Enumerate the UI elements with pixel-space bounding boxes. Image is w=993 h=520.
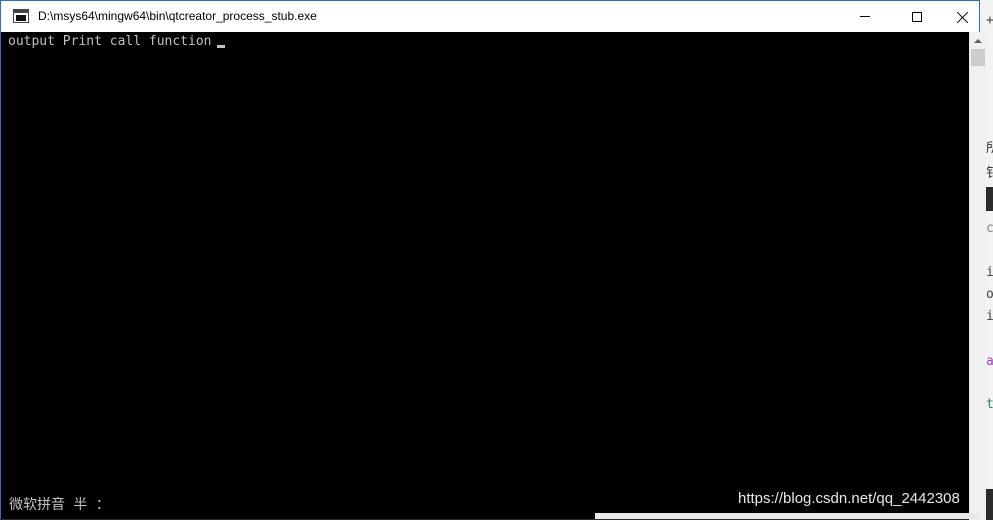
maximize-icon [912, 11, 922, 22]
console-window[interactable]: D:\msys64\mingw64\bin\qtcreator_process_… [0, 0, 986, 520]
background-text: + [986, 13, 993, 28]
text-cursor [217, 45, 225, 48]
background-text: a [986, 354, 993, 369]
console-output-line: output Print call function [8, 34, 212, 49]
minimize-icon [860, 16, 870, 17]
maximize-button[interactable] [894, 1, 940, 32]
background-text: 所 [986, 137, 993, 156]
background-text: c [986, 221, 993, 236]
title-bar[interactable]: D:\msys64\mingw64\bin\qtcreator_process_… [1, 1, 979, 32]
background-text: i [986, 309, 993, 324]
console-app-icon[interactable] [13, 9, 29, 23]
watermark-text: https://blog.csdn.net/qq_2442308 [738, 490, 960, 507]
scrollbar-thumb[interactable] [971, 49, 985, 66]
background-text: t [986, 397, 993, 412]
vertical-scrollbar[interactable] [969, 32, 986, 520]
console-output-area[interactable]: output Print call function 微软拼音 半 ： [1, 32, 969, 519]
background-text: i [986, 265, 993, 280]
close-icon [957, 11, 969, 23]
background-text: o [986, 287, 993, 302]
background-text: 钅 [986, 162, 993, 181]
ime-status-bar: 微软拼音 半 ： [9, 497, 110, 513]
minimize-button[interactable] [842, 1, 888, 32]
window-title: D:\msys64\mingw64\bin\qtcreator_process_… [38, 9, 317, 23]
background-window-edge [595, 513, 980, 519]
close-button[interactable] [940, 1, 986, 32]
scroll-up-arrow-icon[interactable] [970, 32, 986, 49]
